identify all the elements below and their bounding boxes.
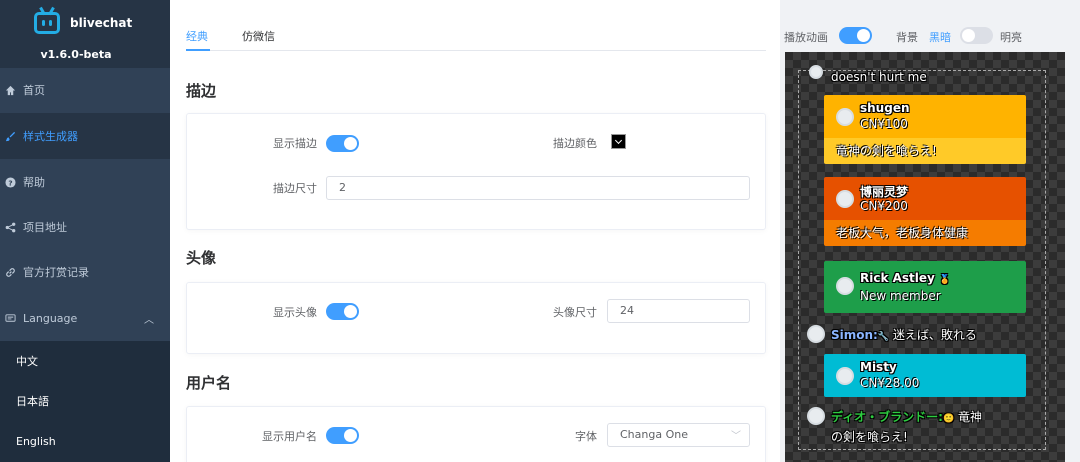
sidebar-item-label: 帮助 [23,176,45,189]
chat-message-text: の剣を喰らえ! [831,430,908,444]
member-status: New member [860,289,941,303]
dark-background-option[interactable]: 黑暗 [929,29,951,45]
share-icon [4,221,16,233]
superchat-username: 博丽灵梦 [860,185,909,199]
tab-classic[interactable]: 经典 [186,28,208,44]
avatar [836,367,854,385]
font-select[interactable]: Changa One ﹀ [607,423,750,447]
sidebar-item-style-generator[interactable]: 样式生成器 [0,113,170,159]
outline-size-label: 描边尺寸 [273,182,317,195]
chat-message-text: 竜神 [958,410,983,424]
svg-text:?: ? [8,178,12,187]
app-name: blivechat [70,16,133,30]
superchat-card: Misty CN¥28.00 [824,354,1026,397]
superchat-price: CN¥100 [860,117,908,131]
superchat-card: shugen CN¥100 竜神の剣を喰らえ! [824,95,1026,164]
sidebar-item-home[interactable]: 首页 [0,67,170,113]
avatar-card: 显示头像 头像尺寸 24 [186,282,766,354]
sidebar-item-donation-records[interactable]: 官方打赏记录 [0,249,170,295]
language-icon [4,312,16,324]
show-outline-switch[interactable] [326,135,359,152]
sidebar-item-language[interactable]: Language ︿ [0,295,170,341]
section-title-avatar: 头像 [186,249,217,267]
sidebar-item-label: 官方打赏记录 [23,266,89,279]
avatar-badge-icon: 🙂 [942,414,955,424]
member-username: Rick Astley [860,271,935,285]
sidebar-item-label: 首页 [23,84,45,97]
sidebar-item-project-url[interactable]: 项目地址 [0,204,170,250]
tab-active-indicator [186,49,210,51]
main-panel: 经典 仿微信 描边 显示描边 描边颜色 描边尺寸 2 头像 显示头像 头像尺寸 … [170,0,780,462]
medal-icon: 🏅 [939,275,951,285]
chat-message-text: doesn't hurt me [831,70,927,84]
sidebar-item-help[interactable]: ? 帮助 [0,159,170,205]
superchat-price: CN¥28.00 [860,376,920,390]
tab-wechat-style[interactable]: 仿微信 [242,28,275,44]
background-switch[interactable] [960,27,993,44]
chat-preview: doesn't hurt me shugen CN¥100 竜神の剣を喰らえ! … [785,52,1065,462]
username-card: 显示用户名 字体 Changa One ﹀ [186,406,766,462]
show-avatar-switch[interactable] [326,303,359,320]
light-background-option[interactable]: 明亮 [1000,29,1022,45]
show-outline-label: 显示描边 [273,137,317,150]
brush-icon [4,130,16,142]
app-version: v1.6.0-beta [40,48,112,61]
language-option-ja[interactable]: 日本語 [0,381,170,421]
avatar-size-input[interactable]: 24 [607,299,750,323]
superchat-username: shugen [860,101,910,115]
section-title-username: 用户名 [186,374,232,392]
outline-color-picker[interactable] [611,134,626,149]
avatar [836,277,854,295]
show-username-switch[interactable] [326,427,359,444]
section-title-outline: 描边 [186,82,217,100]
show-avatar-label: 显示头像 [273,306,317,319]
superchat-card: 博丽灵梦 CN¥200 老板大气，老板身体健康 [824,177,1026,246]
avatar [807,407,825,425]
chat-username: ディオ・ブランドー: [831,410,943,424]
animation-switch[interactable] [839,27,872,44]
help-icon: ? [4,176,16,188]
home-icon [4,84,16,96]
sidebar: blivechat v1.6.0-beta 首页 样式生成器 ? 帮助 项目地址… [0,0,170,462]
sidebar-item-label: 样式生成器 [23,130,78,143]
superchat-message: 老板大气，老板身体健康 [824,220,1026,246]
bilibili-tv-logo-icon [34,12,60,34]
background-label: 背景 [896,31,918,44]
outline-size-input[interactable]: 2 [326,176,750,200]
show-username-label: 显示用户名 [262,430,317,443]
avatar-size-label: 头像尺寸 [553,306,597,319]
chevron-down-icon: ﹀ [731,431,741,442]
avatar [809,65,823,79]
chevron-up-icon: ︿ [144,314,154,326]
sidebar-item-label: 项目地址 [23,221,67,234]
sidebar-item-label: Language [23,311,78,325]
tab-bar: 经典 仿微信 [186,20,766,51]
language-option-en[interactable]: English [0,421,170,462]
outline-card: 显示描边 描边颜色 描边尺寸 2 [186,113,766,230]
animation-label: 播放动画 [784,31,828,44]
superchat-message: 竜神の剣を喰らえ! [824,138,1026,164]
font-label: 字体 [575,430,597,443]
wrench-icon: 🔧 [877,332,890,342]
link-icon [4,266,16,278]
chat-username: Simon: [831,328,878,342]
membership-card: Rick Astley 🏅 New member [824,261,1026,313]
superchat-username: Misty [860,360,897,374]
outline-color-label: 描边颜色 [553,137,597,150]
brand-header: blivechat v1.6.0-beta [0,0,170,68]
avatar [807,325,825,343]
avatar [836,190,854,208]
superchat-price: CN¥200 [860,199,908,213]
chat-message-text: 迷えば、敗れる [892,328,977,342]
language-option-zh[interactable]: 中文 [0,341,170,381]
avatar [836,108,854,126]
